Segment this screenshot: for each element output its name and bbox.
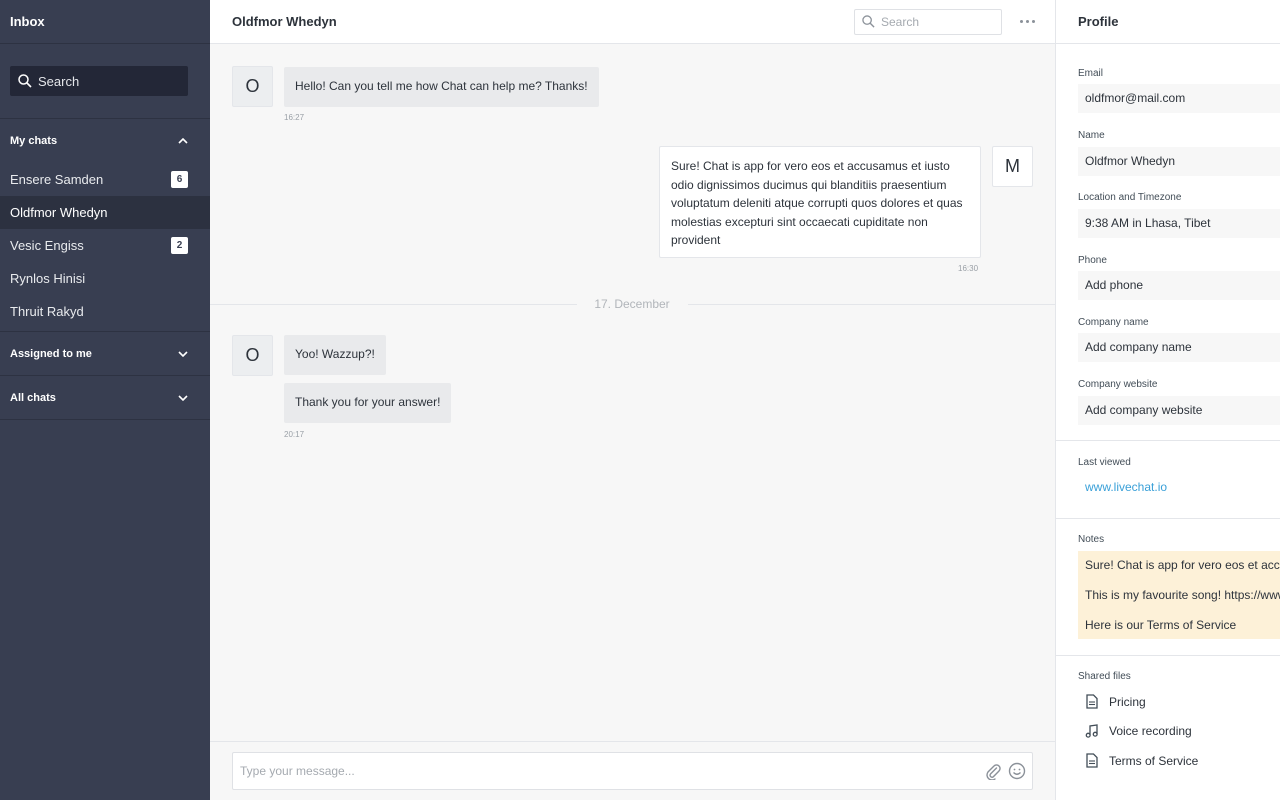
search-icon [862, 15, 875, 28]
chat-panel: Oldfmor Whedyn Search O Hello! Can you t… [210, 0, 1055, 800]
chat-header: Oldfmor Whedyn Search [210, 0, 1055, 44]
section-my-chats[interactable]: My chats [0, 119, 210, 163]
more-options-icon[interactable] [1020, 20, 1035, 23]
document-icon [1084, 753, 1100, 768]
sidebar-item-vesic-engiss[interactable]: Vesic Engiss 2 [0, 229, 210, 262]
notes-label: Notes [1078, 534, 1105, 545]
location-label: Location and Timezone [1078, 192, 1182, 203]
chat-search-input[interactable]: Search [854, 8, 1002, 35]
sidebar-search-label: Search [38, 73, 80, 89]
name-field[interactable]: Oldfmor Whedyn [1078, 147, 1280, 176]
shared-file-pricing[interactable]: Pricing [1084, 694, 1146, 709]
notes-box[interactable]: Sure! Chat is app for vero eos et accusa… [1078, 551, 1280, 639]
date-separator-label: 17. December [594, 297, 670, 311]
search-icon [18, 74, 32, 88]
message-timestamp: 20:17 [284, 430, 305, 439]
company-name-field[interactable]: Add company name [1078, 333, 1280, 362]
note-item: This is my favourite song! https://www.y… [1085, 588, 1280, 602]
message-bubble: Sure! Chat is app for vero eos et accusa… [659, 146, 981, 258]
email-field[interactable]: oldfmor@mail.com [1078, 84, 1280, 113]
sidebar-item-rynlos-hinisi[interactable]: Rynlos Hinisi [0, 262, 210, 295]
message-input[interactable]: Type your message... [232, 752, 1033, 790]
my-chats-list: Ensere Samden 6 Oldfmor Whedyn Vesic Eng… [0, 163, 210, 332]
message-composer: Type your message... [210, 741, 1055, 800]
sidebar-item-oldfmor-whedyn[interactable]: Oldfmor Whedyn [0, 196, 210, 229]
message-input-placeholder: Type your message... [240, 764, 355, 778]
date-separator: 17. December [210, 296, 1055, 314]
profile-title: Profile [1056, 0, 1280, 44]
music-note-icon [1084, 724, 1100, 738]
unread-badge: 6 [171, 171, 188, 188]
sidebar: Inbox Search My chats Ensere Samden 6 Ol… [0, 0, 210, 800]
message-bubble: Hello! Can you tell me how Chat can help… [284, 67, 599, 107]
avatar: O [232, 66, 273, 107]
phone-label: Phone [1078, 255, 1107, 266]
message-bubble: Thank you for your answer! [284, 383, 452, 423]
chevron-down-icon [178, 350, 188, 357]
location-field[interactable]: 9:38 AM in Lhasa, Tibet [1078, 209, 1280, 238]
chevron-up-icon [178, 138, 188, 144]
message-bubble: Yoo! Wazzup?! [284, 335, 386, 375]
avatar: O [232, 335, 273, 376]
sidebar-item-ensere-samden[interactable]: Ensere Samden 6 [0, 163, 210, 196]
note-item: Sure! Chat is app for vero eos et accusa… [1085, 558, 1280, 572]
message-timestamp: 16:27 [284, 113, 305, 122]
note-item: Here is our Terms of Service [1085, 618, 1237, 632]
company-website-field[interactable]: Add company website [1078, 396, 1280, 425]
inbox-title: Inbox [0, 0, 210, 44]
profile-panel: Profile Email oldfmor@mail.com Name Oldf… [1055, 0, 1280, 800]
section-all-chats[interactable]: All chats [0, 376, 210, 420]
section-assigned-to-me[interactable]: Assigned to me [0, 332, 210, 376]
company-name-label: Company name [1078, 317, 1149, 328]
unread-badge: 2 [171, 237, 188, 254]
sidebar-item-thruit-rakyd[interactable]: Thruit Rakyd [0, 295, 210, 328]
emoji-icon[interactable] [1008, 762, 1026, 780]
email-label: Email [1078, 68, 1104, 79]
phone-field[interactable]: Add phone [1078, 271, 1280, 300]
message-timestamp: 16:30 [958, 264, 979, 273]
chat-title: Oldfmor Whedyn [232, 14, 337, 29]
chat-search-placeholder: Search [881, 14, 920, 29]
paperclip-icon[interactable] [984, 762, 1002, 780]
sidebar-search[interactable]: Search [10, 66, 188, 96]
shared-file-voice-recording[interactable]: Voice recording [1084, 724, 1192, 738]
name-label: Name [1078, 130, 1105, 141]
avatar: M [992, 146, 1033, 187]
last-viewed-label: Last viewed [1078, 457, 1131, 468]
last-viewed-link[interactable]: www.livechat.io [1078, 473, 1280, 502]
document-icon [1084, 694, 1100, 709]
shared-files-label: Shared files [1078, 671, 1131, 682]
chevron-down-icon [178, 394, 188, 401]
company-website-label: Company website [1078, 379, 1158, 390]
shared-file-terms-of-service[interactable]: Terms of Service [1084, 753, 1198, 768]
